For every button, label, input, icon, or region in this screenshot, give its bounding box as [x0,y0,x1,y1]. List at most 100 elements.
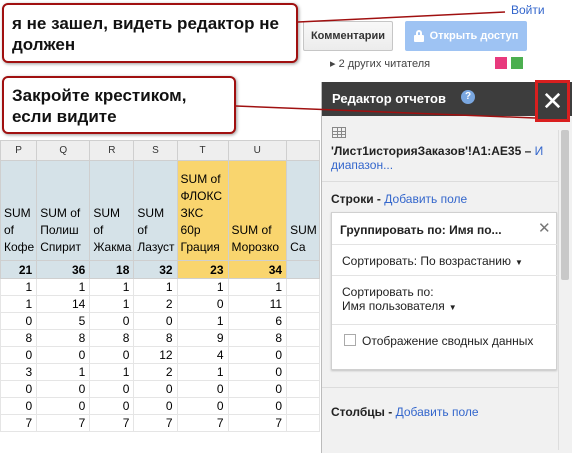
table-row-cell[interactable]: 1 [176,312,229,330]
field-header-cell[interactable]: SUM of Кофе [0,160,38,261]
table-row-cell[interactable]: 0 [176,397,229,415]
panel-close-button[interactable]: ✕ [535,80,570,122]
table-row-cell[interactable] [286,414,320,432]
table-row-cell[interactable]: 0 [133,312,178,330]
table-row-cell[interactable]: 7 [133,414,178,432]
table-row-cell[interactable]: 0 [89,397,135,415]
table-row-cell[interactable] [286,295,320,313]
table-row-cell[interactable]: 0 [89,380,135,398]
table-row-cell[interactable]: 0 [227,380,288,398]
table-row-cell[interactable]: 7 [176,414,229,432]
table-row-cell[interactable]: 0 [227,346,288,364]
table-row-cell[interactable]: 8 [133,329,178,347]
table-row-cell[interactable]: 0 [227,397,288,415]
table-row-cell[interactable]: 1 [176,278,229,296]
range-change-link[interactable]: И [535,144,544,158]
table-row-cell[interactable]: 9 [176,329,229,347]
comments-button[interactable]: Комментарии [303,21,393,51]
sort-order-dropdown[interactable]: Сортировать: По возрастанию ▼ [342,254,523,268]
field-header-cell[interactable]: SUM Са [286,160,320,261]
table-row-cell[interactable] [286,397,320,415]
table-row-cell[interactable]: 1 [0,295,38,313]
login-link[interactable]: Войти [511,3,545,17]
table-row-cell[interactable] [286,363,320,381]
table-row-cell[interactable]: 8 [227,329,288,347]
table-row-cell[interactable]: 5 [36,312,91,330]
column-header-cell[interactable]: U [227,140,288,161]
table-row-cell[interactable]: 0 [89,312,135,330]
table-row-cell[interactable]: 0 [0,312,38,330]
table-row-cell[interactable] [286,346,320,364]
table-row-cell[interactable]: 8 [0,329,38,347]
help-icon[interactable]: ? [461,90,475,104]
table-row-cell[interactable]: 7 [227,414,288,432]
table-row-cell[interactable] [286,329,320,347]
table-row-cell[interactable]: 0 [0,346,38,364]
table-row-cell[interactable]: 6 [227,312,288,330]
table-row-cell[interactable]: 0 [0,397,38,415]
table-row-cell[interactable]: 0 [133,380,178,398]
column-header-cell[interactable]: T [176,140,229,161]
table-row-cell[interactable]: 1 [36,363,91,381]
table-row-cell[interactable]: 0 [0,380,38,398]
readers-toggle[interactable]: ▸ 2 других читателя [330,57,430,70]
table-row-cell[interactable]: 2 [133,363,178,381]
field-header-cell[interactable]: SUM of Морозко [227,160,288,261]
table-row-cell[interactable]: 0 [176,380,229,398]
table-row-cell[interactable]: 12 [133,346,178,364]
range-change-link-2[interactable]: диапазон... [331,158,393,172]
table-row-cell[interactable]: 0 [176,295,229,313]
field-header-cell[interactable]: SUM of ФЛОКС ЗКС 60р Грация [176,160,229,261]
table-row-cell[interactable] [286,380,320,398]
rows-add-field-link[interactable]: Добавить поле [384,192,467,206]
table-row-cell[interactable]: 3 [0,363,38,381]
table-row-cell[interactable]: 7 [36,414,91,432]
table-row-cell[interactable]: 0 [89,346,135,364]
table-row-cell[interactable]: 1 [89,363,135,381]
table-row-cell[interactable]: 4 [176,346,229,364]
table-row-cell[interactable] [286,278,320,296]
totals-row-cell[interactable] [286,260,320,279]
totals-row-cell[interactable]: 34 [227,260,288,279]
column-header-cell[interactable] [286,140,320,161]
field-header-cell[interactable]: SUM of Жакма [89,160,135,261]
table-row-cell[interactable]: 2 [133,295,178,313]
table-row-cell[interactable]: 14 [36,295,91,313]
columns-add-field-link[interactable]: Добавить поле [396,405,479,419]
table-row-cell[interactable]: 7 [89,414,135,432]
table-row-cell[interactable]: 1 [89,295,135,313]
column-header-cell[interactable]: R [89,140,135,161]
show-totals-checkbox[interactable] [344,334,356,346]
table-row-cell[interactable]: 1 [133,278,178,296]
table-row-cell[interactable]: 1 [36,278,91,296]
totals-row-cell[interactable]: 36 [36,260,91,279]
table-row-cell[interactable] [286,312,320,330]
table-row-cell[interactable]: 0 [36,380,91,398]
remove-group-close-icon[interactable]: ✕ [538,219,551,237]
field-header-cell[interactable]: SUM of Лазуст [133,160,178,261]
table-row-cell[interactable]: 1 [176,363,229,381]
table-row-cell[interactable]: 1 [0,278,38,296]
table-row-cell[interactable]: 1 [227,278,288,296]
panel-scrollbar[interactable] [558,130,570,450]
column-header-cell[interactable]: Q [36,140,91,161]
totals-row-cell[interactable]: 18 [89,260,135,279]
sort-by-dropdown[interactable]: Имя пользователя ▼ [342,299,457,313]
column-header-cell[interactable]: P [0,140,38,161]
table-row-cell[interactable]: 8 [89,329,135,347]
totals-row-cell[interactable]: 32 [133,260,178,279]
field-header-cell[interactable]: SUM of Полиш Спирит [36,160,91,261]
table-row-cell[interactable]: 0 [133,397,178,415]
scrollbar-thumb[interactable] [561,130,569,280]
table-row-cell[interactable]: 0 [227,363,288,381]
table-row-cell[interactable]: 8 [36,329,91,347]
totals-row-cell[interactable]: 23 [176,260,229,279]
table-row-cell[interactable]: 1 [89,278,135,296]
table-row-cell[interactable]: 0 [36,346,91,364]
table-row-cell[interactable]: 11 [227,295,288,313]
share-button[interactable]: Открыть доступ [405,21,527,51]
column-header-cell[interactable]: S [133,140,178,161]
table-row-cell[interactable]: 7 [0,414,38,432]
totals-row-cell[interactable]: 21 [0,260,38,279]
table-row-cell[interactable]: 0 [36,397,91,415]
